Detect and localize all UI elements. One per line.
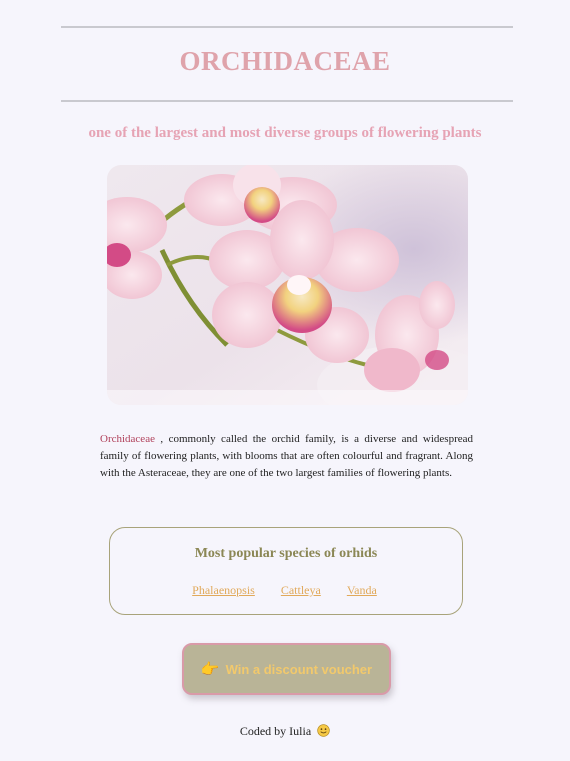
orchid-photo bbox=[107, 165, 468, 405]
pointing-hand-icon: 👉 bbox=[200, 661, 220, 678]
top-divider bbox=[61, 26, 513, 28]
description-highlight: Orchidaceae bbox=[100, 433, 155, 445]
page-subtitle: one of the largest and most diverse grou… bbox=[88, 125, 482, 141]
description-text: , commonly called the orchid family, is … bbox=[100, 433, 473, 479]
link-phalaenopsis[interactable]: Phalaenopsis bbox=[192, 583, 258, 597]
win-voucher-button[interactable]: 👉 Win a discount voucher bbox=[182, 643, 391, 695]
link-cattleya[interactable]: Cattleya bbox=[281, 583, 324, 597]
voucher-label: Win a discount voucher bbox=[225, 661, 373, 677]
species-links: Phalaenopsis Cattleya Vanda bbox=[110, 583, 462, 598]
footer: Coded by Iulia bbox=[0, 724, 570, 739]
species-box: Most popular species of orhids Phalaenop… bbox=[109, 527, 463, 615]
link-vanda[interactable]: Vanda bbox=[347, 583, 380, 597]
description-paragraph: Orchidaceae , commonly called the orchid… bbox=[100, 431, 473, 482]
page-title: ORCHIDACEAE bbox=[179, 46, 391, 76]
species-title: Most popular species of orhids bbox=[194, 546, 378, 561]
bottom-divider bbox=[61, 100, 513, 102]
smiley-icon bbox=[317, 724, 330, 737]
footer-text: Coded by Iulia bbox=[239, 724, 312, 738]
